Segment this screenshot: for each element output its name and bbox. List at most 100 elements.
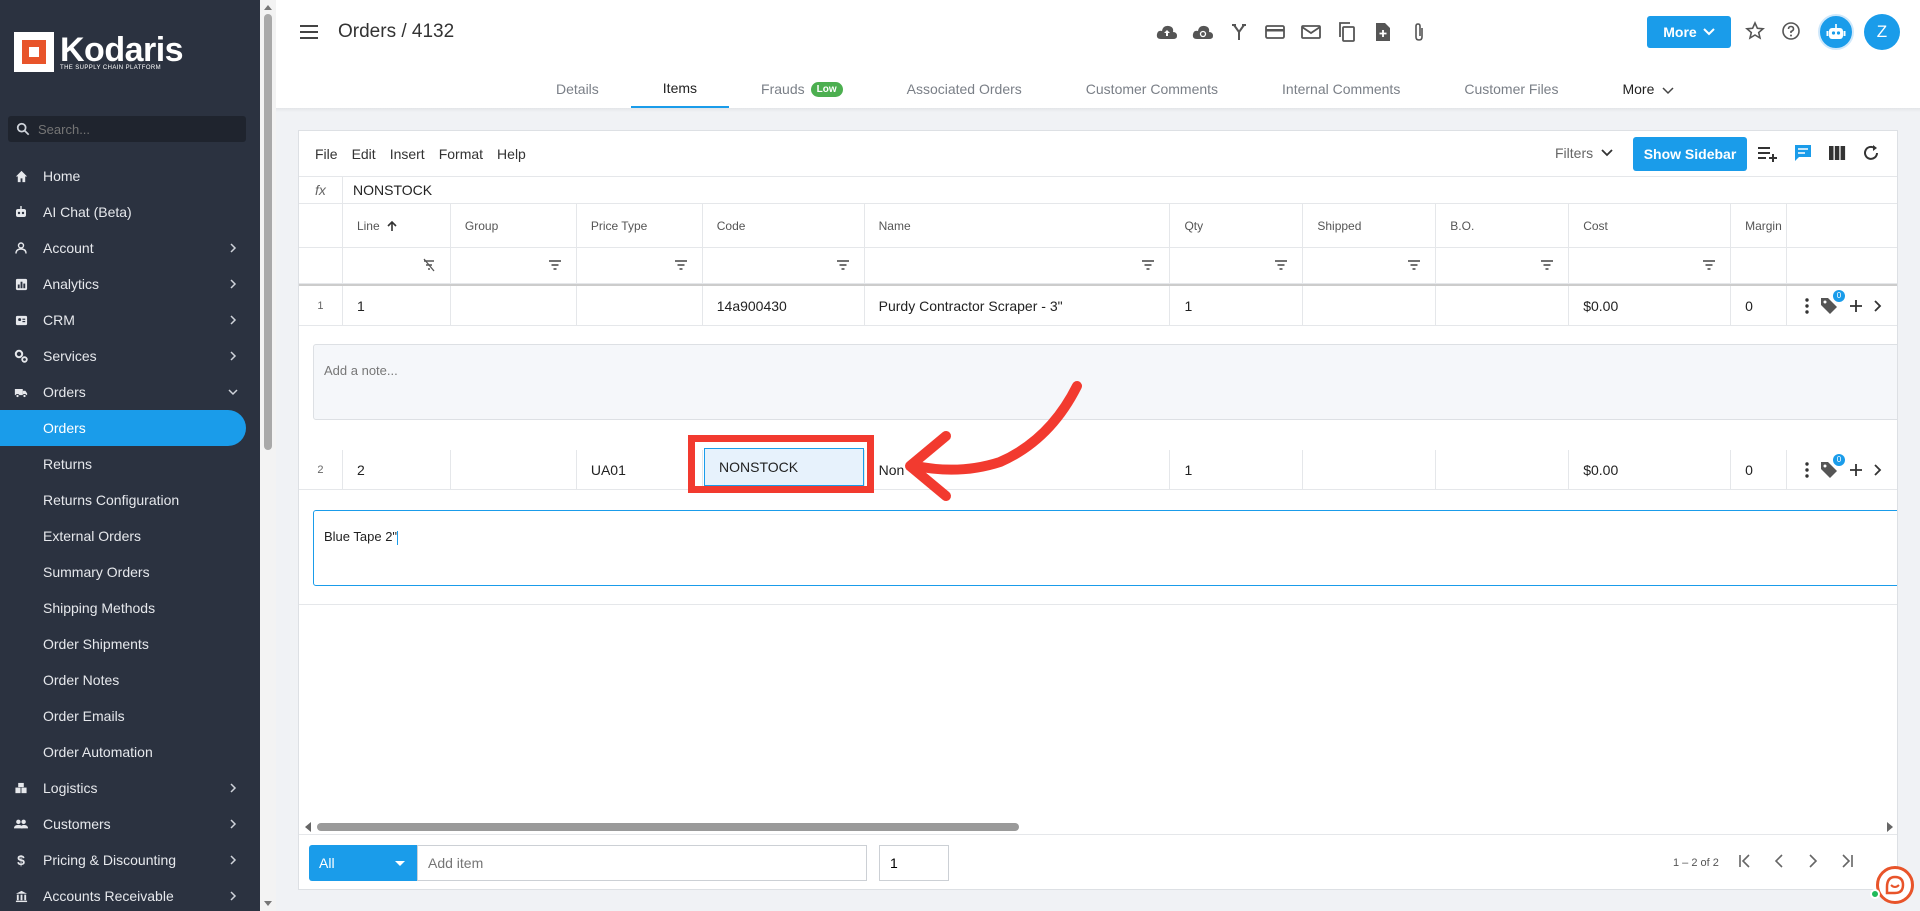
cell-price-type[interactable]: UA01 — [576, 450, 703, 490]
row-number[interactable]: 2 — [299, 450, 343, 490]
filter-cell-line[interactable] — [342, 248, 451, 284]
sidebar-subitem-order-notes[interactable]: Order Notes — [0, 662, 260, 698]
tags-button[interactable]: 0 — [1819, 453, 1845, 480]
column-header-price-type[interactable]: Price Type — [576, 204, 703, 248]
cell-line[interactable]: 1 — [342, 286, 451, 326]
plus-icon[interactable] — [1849, 463, 1863, 477]
horizontal-scrollbar[interactable] — [301, 821, 1897, 833]
column-header-qty[interactable]: Qty — [1170, 204, 1304, 248]
menu-format[interactable]: Format — [439, 146, 483, 162]
brand-logo[interactable]: Kodaris THE SUPPLY CHAIN PLATFORM — [14, 32, 184, 72]
column-header-cost[interactable]: Cost — [1569, 204, 1732, 248]
scroll-down-icon[interactable] — [260, 899, 276, 909]
sidebar-subitem-external-orders[interactable]: External Orders — [0, 518, 260, 554]
last-page-icon[interactable] — [1839, 853, 1855, 869]
copy-icon[interactable] — [1336, 21, 1358, 43]
filter-icon[interactable] — [548, 258, 562, 272]
row-note-input-active[interactable]: Blue Tape 2" — [313, 510, 1897, 586]
column-header-margin[interactable]: Margin — [1731, 204, 1788, 248]
show-sidebar-button[interactable]: Show Sidebar — [1633, 137, 1747, 171]
filter-icon[interactable] — [1274, 258, 1288, 272]
kebab-menu-icon[interactable] — [1805, 461, 1809, 478]
sidebar-item-home[interactable]: Home — [0, 158, 260, 194]
scroll-up-icon[interactable] — [260, 2, 276, 12]
tab-customer-comments[interactable]: Customer Comments — [1054, 70, 1250, 108]
refresh-icon[interactable] — [1861, 143, 1881, 163]
filter-icon[interactable] — [836, 258, 850, 272]
scroll-left-icon[interactable] — [303, 821, 313, 833]
sidebar-item-ai-chat[interactable]: AI Chat (Beta) — [0, 194, 260, 230]
hamburger-menu-icon[interactable] — [300, 24, 320, 40]
tab-frauds[interactable]: Frauds Low — [729, 70, 875, 108]
sidebar-search-input[interactable] — [38, 121, 238, 137]
column-header-shipped[interactable]: Shipped — [1303, 204, 1437, 248]
sidebar-item-services[interactable]: Services — [0, 338, 260, 374]
more-actions-button[interactable]: More — [1647, 16, 1731, 48]
filter-cell-qty[interactable] — [1170, 248, 1304, 284]
sort-ascending-icon[interactable] — [386, 220, 398, 232]
row-number[interactable]: 1 — [299, 286, 343, 326]
sidebar-subitem-order-shipments[interactable]: Order Shipments — [0, 626, 260, 662]
cell-line[interactable]: 2 — [342, 450, 451, 490]
filter-icon[interactable] — [1407, 258, 1421, 272]
help-icon[interactable] — [1781, 21, 1801, 41]
chevron-right-icon[interactable] — [1873, 463, 1883, 477]
add-row-icon[interactable] — [1757, 143, 1779, 163]
horizontal-scrollbar-thumb[interactable] — [317, 823, 1019, 831]
filter-cell-margin[interactable] — [1731, 248, 1788, 284]
filter-icon[interactable] — [1540, 258, 1554, 272]
column-header-group[interactable]: Group — [450, 204, 577, 248]
sidebar-item-analytics[interactable]: Analytics — [0, 266, 260, 302]
sidebar-item-pricing-discounting[interactable]: $ Pricing & Discounting — [0, 842, 260, 878]
column-header-name[interactable]: Name — [864, 204, 1171, 248]
filter-cell-group[interactable] — [450, 248, 577, 284]
plus-icon[interactable] — [1849, 299, 1863, 313]
filter-cell-name[interactable] — [864, 248, 1171, 284]
cell-bo[interactable] — [1436, 450, 1570, 490]
add-item-input[interactable] — [417, 845, 867, 881]
live-chat-button[interactable] — [1876, 866, 1914, 904]
cell-qty[interactable]: 1 — [1170, 450, 1304, 490]
cell-name[interactable]: Purdy Contractor Scraper - 3" — [864, 286, 1171, 326]
cell-bo[interactable] — [1436, 286, 1570, 326]
sidebar-scrollbar-thumb[interactable] — [264, 14, 272, 450]
formula-value[interactable]: NONSTOCK — [343, 182, 432, 198]
tags-button[interactable]: 0 — [1819, 289, 1845, 316]
menu-insert[interactable]: Insert — [390, 146, 425, 162]
comment-icon[interactable] — [1793, 143, 1813, 163]
filter-cell-code[interactable] — [702, 248, 865, 284]
cell-margin[interactable]: 0 — [1731, 286, 1788, 326]
previous-page-icon[interactable] — [1771, 853, 1787, 869]
cell-group[interactable] — [450, 450, 577, 490]
sidebar-item-account[interactable]: Account — [0, 230, 260, 266]
menu-edit[interactable]: Edit — [352, 146, 376, 162]
first-page-icon[interactable] — [1737, 853, 1753, 869]
tab-items[interactable]: Items — [630, 70, 730, 108]
cell-name[interactable]: Non — [864, 450, 1171, 490]
scroll-right-icon[interactable] — [1885, 821, 1895, 833]
sidebar-item-orders[interactable]: Orders — [0, 374, 260, 410]
sidebar-subitem-returns[interactable]: Returns — [0, 446, 260, 482]
sidebar-subitem-summary-orders[interactable]: Summary Orders — [0, 554, 260, 590]
mail-icon[interactable] — [1300, 21, 1322, 43]
filter-cell-cost[interactable] — [1569, 248, 1732, 284]
sidebar-subitem-shipping-methods[interactable]: Shipping Methods — [0, 590, 260, 626]
sidebar-subitem-order-automation[interactable]: Order Automation — [0, 734, 260, 770]
tab-associated-orders[interactable]: Associated Orders — [875, 70, 1054, 108]
menu-help[interactable]: Help — [497, 146, 526, 162]
cell-group[interactable] — [450, 286, 577, 326]
tab-more[interactable]: More — [1590, 70, 1706, 108]
tab-customer-files[interactable]: Customer Files — [1432, 70, 1590, 108]
sidebar-item-accounts-receivable[interactable]: Accounts Receivable — [0, 878, 260, 911]
tab-details[interactable]: Details — [524, 70, 631, 108]
filter-cell-price-type[interactable] — [576, 248, 703, 284]
cell-shipped[interactable] — [1303, 286, 1437, 326]
sidebar-subitem-order-emails[interactable]: Order Emails — [0, 698, 260, 734]
tab-internal-comments[interactable]: Internal Comments — [1250, 70, 1432, 108]
filters-dropdown[interactable]: Filters — [1555, 145, 1613, 161]
add-file-icon[interactable] — [1372, 21, 1394, 43]
column-header-code[interactable]: Code — [702, 204, 865, 248]
chevron-right-icon[interactable] — [1873, 299, 1883, 313]
filter-clear-icon[interactable] — [422, 258, 436, 272]
cell-margin[interactable]: 0 — [1731, 450, 1788, 490]
